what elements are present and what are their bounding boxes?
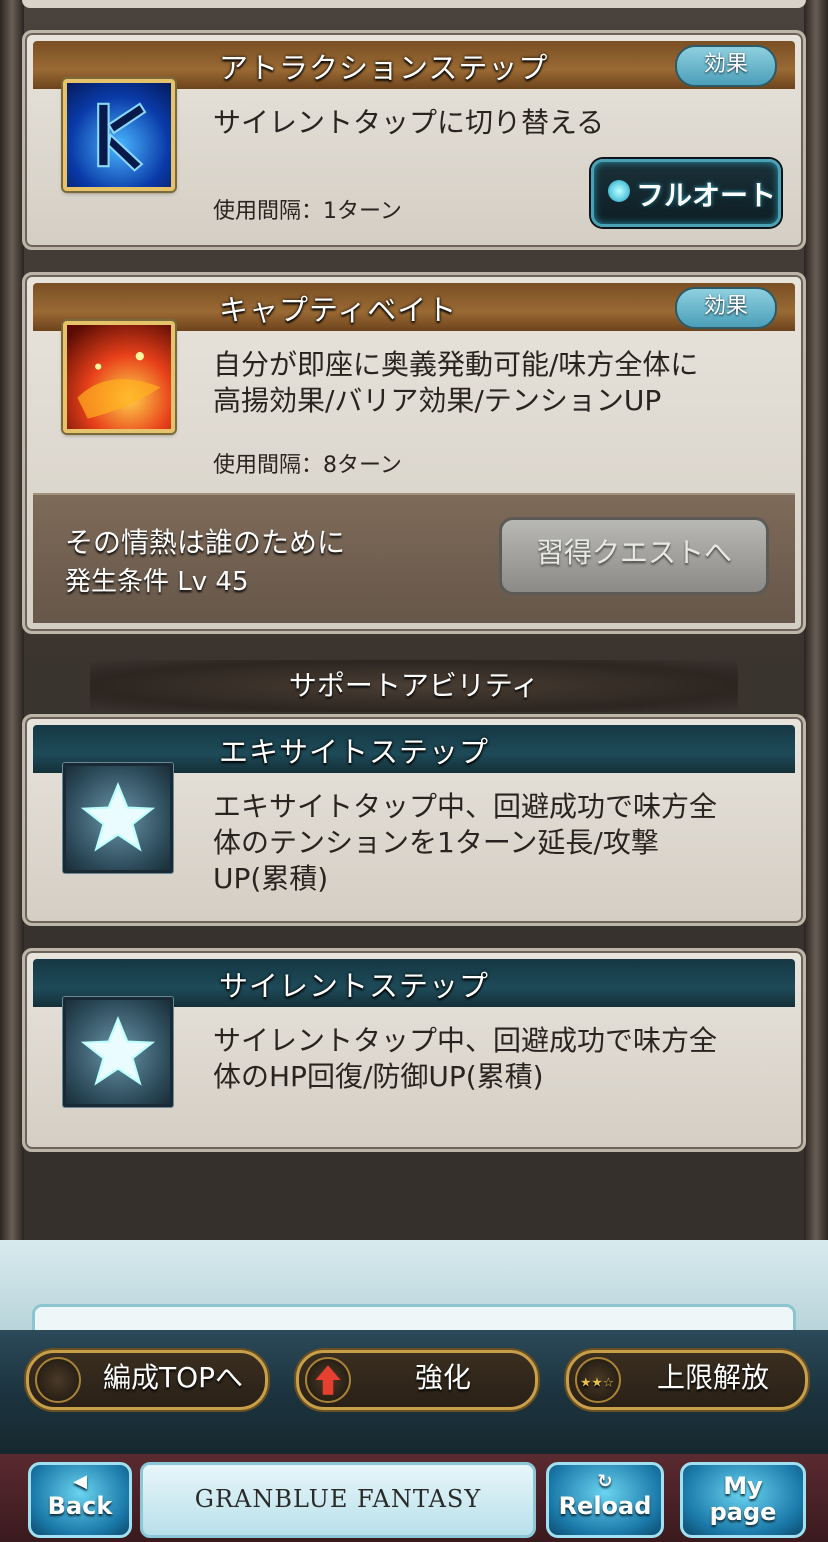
ability-interval: 使用間隔：8ターン (213, 453, 402, 478)
support-title: サイレントステップ (219, 969, 490, 1003)
logo-text: GRANBLUE FANTASY (194, 1485, 482, 1513)
star-icon (63, 763, 173, 873)
support-abilities-heading: サポートアビリティ (90, 660, 738, 712)
ability-title: キャプティベイト (219, 293, 458, 327)
back-button[interactable]: ◀ Back (28, 1462, 132, 1538)
blue-rune-icon[interactable] (63, 79, 175, 191)
left-frame (0, 0, 24, 1260)
support-title: エキサイトステップ (219, 735, 490, 769)
previous-card-edge (22, 0, 806, 8)
ability-description-line-1: 自分が即座に奥義発動可能/味方全体に (213, 348, 699, 381)
party-members-icon (35, 1357, 81, 1403)
star-icon (63, 997, 173, 1107)
party-top-button[interactable]: 編成TOPへ (26, 1350, 268, 1410)
reload-button[interactable]: ↻ Reload (546, 1462, 664, 1538)
support-description-line-1: サイレントタップ中、回避成功で味方全 (213, 1024, 718, 1057)
effect-button[interactable]: 効果 (675, 45, 777, 87)
arrow-up-icon (305, 1357, 351, 1403)
stars-icon: ★★☆ (575, 1357, 621, 1403)
ability-description-line-2: 高揚効果/バリア効果/テンションUP (213, 384, 662, 417)
party-top-label: 編成TOPへ (102, 1361, 244, 1394)
quest-title: その情熱は誰のために (65, 526, 346, 559)
back-label: Back (47, 1492, 113, 1520)
support-description-line-1: エキサイトタップ中、回避成功で味方全 (213, 790, 718, 823)
uncap-button[interactable]: ★★☆ 上限解放 (566, 1350, 808, 1410)
support-description-line-3: UP(累積) (213, 862, 329, 895)
effect-button[interactable]: 効果 (675, 287, 777, 329)
game-logo[interactable]: GRANBLUE FANTASY (140, 1462, 536, 1538)
support-card-excite-step: エキサイトステップ エキサイトタップ中、回避成功で味方全 体のテンションを1ター… (22, 714, 806, 926)
support-description-line-2: 体のテンションを1ターン延長/攻撃 (213, 826, 659, 859)
mypage-button[interactable]: My page (680, 1462, 806, 1538)
enhance-label: 強化 (414, 1361, 471, 1394)
reload-label: Reload (558, 1492, 652, 1520)
toggle-dot-icon (608, 180, 630, 202)
mypage-label-line-1: My (723, 1472, 763, 1500)
back-arrow-icon: ◀ (73, 1471, 87, 1492)
full-auto-label: フルオート (636, 179, 777, 212)
go-to-quest-button[interactable]: 習得クエストへ (499, 517, 769, 595)
ability-card-attraction-step: アトラクションステップ 効果 サイレントタップに切り替える 使用間隔：1ターン … (22, 30, 806, 250)
ability-title: アトラクションステップ (219, 51, 549, 85)
ability-card-captivate: キャプティベイト 効果 自分が即座に奥義発動可能/味方全体に 高揚効果/バリア効… (22, 272, 806, 634)
ability-interval: 使用間隔：1ターン (213, 199, 402, 224)
unlock-quest-panel: その情熱は誰のために 発生条件 Lv 45 習得クエストへ (33, 493, 795, 623)
full-auto-toggle-button[interactable]: フルオート (591, 159, 781, 227)
svg-text:★★☆: ★★☆ (580, 1374, 614, 1389)
support-card-silent-step: サイレントステップ サイレントタップ中、回避成功で味方全 体のHP回復/防御UP… (22, 948, 806, 1152)
mypage-label-line-2: page (709, 1498, 777, 1526)
ability-description: サイレントタップに切り替える (213, 106, 605, 139)
fire-burst-icon[interactable] (63, 321, 175, 433)
reload-icon: ↻ (597, 1471, 613, 1492)
uncap-label: 上限解放 (656, 1361, 769, 1394)
quest-condition: 発生条件 Lv 45 (65, 567, 249, 597)
support-description-line-2: 体のHP回復/防御UP(累積) (213, 1060, 544, 1093)
enhance-button[interactable]: 強化 (296, 1350, 538, 1410)
right-frame (804, 0, 828, 1260)
